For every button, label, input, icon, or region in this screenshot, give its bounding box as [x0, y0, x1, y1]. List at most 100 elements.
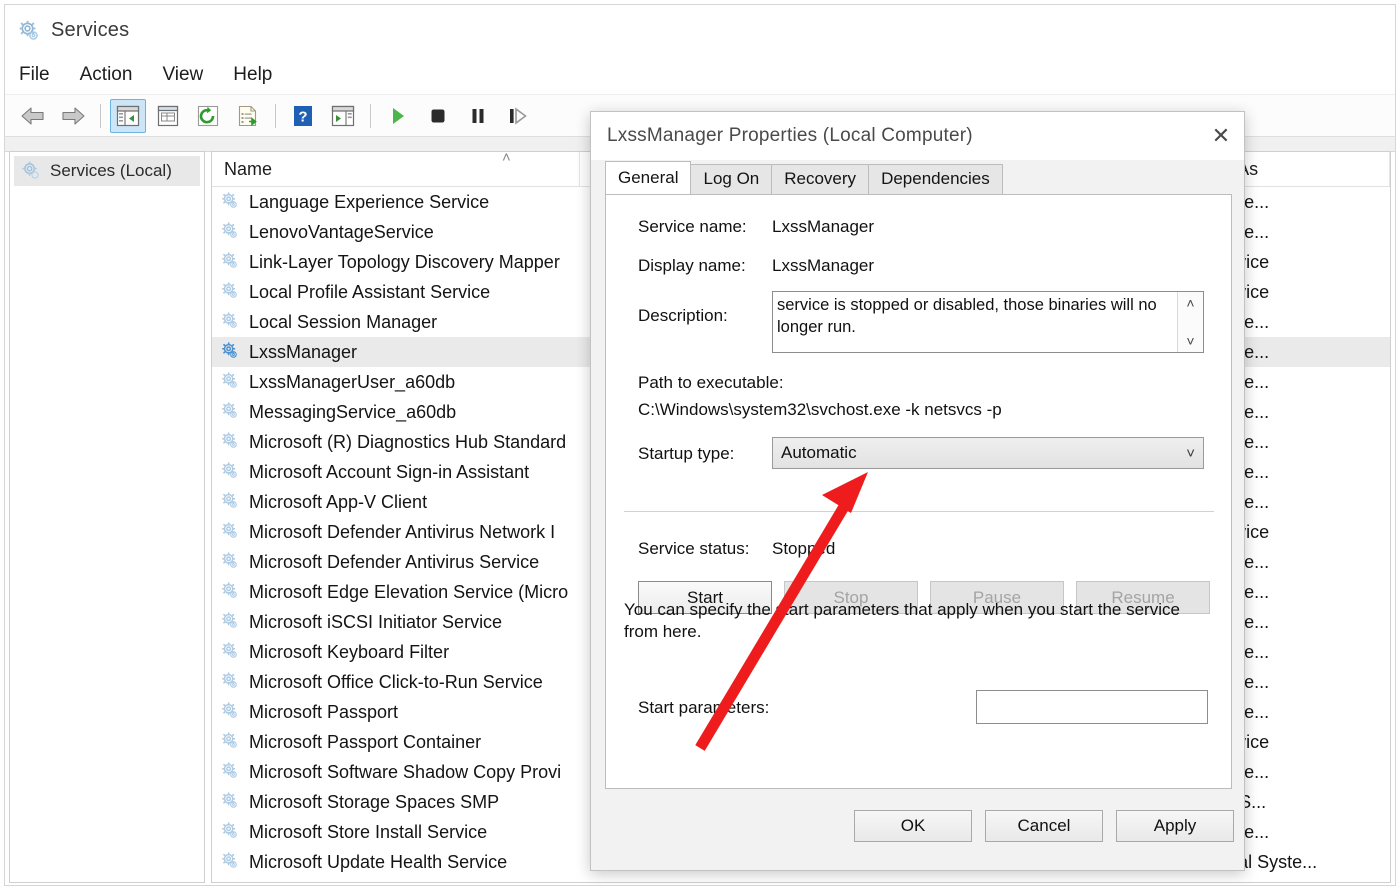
tab-log-on[interactable]: Log On: [690, 164, 772, 194]
start-parameters-hint: You can specify the start parameters tha…: [624, 599, 1212, 643]
show-action-pane-icon[interactable]: [325, 99, 361, 133]
service-name-text: Link-Layer Topology Discovery Mapper: [249, 252, 560, 273]
service-gear-icon: [220, 671, 242, 693]
cancel-button[interactable]: Cancel: [985, 810, 1103, 842]
close-icon[interactable]: ✕: [1198, 112, 1244, 160]
startup-type-value: Automatic: [781, 443, 857, 463]
export-list-icon[interactable]: [230, 99, 266, 133]
service-gear-icon: [220, 191, 242, 213]
service-gear-icon: [220, 641, 242, 663]
service-name-cell: Microsoft Update Health Service: [212, 851, 580, 873]
toolbar-separator: [370, 104, 371, 128]
forward-icon[interactable]: [55, 99, 91, 133]
services-gear-icon: [17, 19, 39, 41]
service-gear-icon: [220, 491, 242, 513]
screenshot-root: Services File Action View Help: [0, 0, 1400, 888]
refresh-icon[interactable]: [190, 99, 226, 133]
service-gear-icon: [220, 611, 242, 633]
menu-bar: File Action View Help: [5, 55, 1395, 95]
description-value: service is stopped or disabled, those bi…: [773, 292, 1177, 352]
scroll-up-icon[interactable]: ˄: [1186, 296, 1194, 310]
service-gear-icon: [220, 551, 242, 573]
path-label-row: Path to executable:: [638, 373, 784, 393]
service-status-label: Service status:: [638, 539, 772, 559]
service-name-text: Local Session Manager: [249, 312, 437, 333]
service-name-text: Microsoft (R) Diagnostics Hub Standard: [249, 432, 566, 453]
service-gear-icon: [220, 731, 242, 753]
service-name-text: Microsoft Storage Spaces SMP: [249, 792, 499, 813]
divider-top: [624, 511, 1214, 512]
display-name-value: LxssManager: [772, 256, 874, 276]
service-gear-icon: [220, 431, 242, 453]
service-name-text: LxssManagerUser_a60db: [249, 372, 455, 393]
description-textarea[interactable]: service is stopped or disabled, those bi…: [772, 291, 1204, 353]
service-gear-icon: [220, 341, 242, 363]
column-header-name[interactable]: Name ˄: [212, 152, 580, 186]
stop-service-icon[interactable]: [420, 99, 456, 133]
restart-service-icon[interactable]: [500, 99, 536, 133]
service-name-text: Microsoft iSCSI Initiator Service: [249, 612, 502, 633]
service-gear-icon: [220, 521, 242, 543]
service-name-cell: Local Session Manager: [212, 311, 580, 333]
start-parameters-input[interactable]: [976, 690, 1208, 724]
service-name-cell: Microsoft Software Shadow Copy Provi: [212, 761, 580, 783]
service-name-row: Service name: LxssManager: [638, 217, 874, 237]
scroll-down-icon[interactable]: ˅: [1186, 334, 1194, 348]
console-tree-pane: Services (Local): [9, 151, 205, 883]
service-gear-icon: [220, 581, 242, 603]
service-gear-icon: [220, 401, 242, 423]
service-name-cell: Microsoft Keyboard Filter: [212, 641, 580, 663]
service-name-cell: LenovoVantageService: [212, 221, 580, 243]
show-hide-console-tree-icon[interactable]: [110, 99, 146, 133]
service-gear-icon: [220, 851, 242, 873]
menu-view[interactable]: View: [162, 62, 217, 88]
help-icon[interactable]: ?: [285, 99, 321, 133]
service-name-text: Microsoft Account Sign-in Assistant: [249, 462, 529, 483]
service-gear-icon: [220, 821, 242, 843]
startup-type-row: Startup type:: [638, 444, 734, 464]
start-service-icon[interactable]: [380, 99, 416, 133]
service-name-cell: Microsoft Store Install Service: [212, 821, 580, 843]
tab-dependencies[interactable]: Dependencies: [868, 164, 1003, 194]
menu-action[interactable]: Action: [80, 62, 147, 88]
service-gear-icon: [220, 761, 242, 783]
service-gear-icon: [220, 281, 242, 303]
service-name-text: Language Experience Service: [249, 192, 489, 213]
service-name-cell: Microsoft Passport Container: [212, 731, 580, 753]
sidebar-item-services-local[interactable]: Services (Local): [14, 156, 200, 186]
service-status-value: Stopped: [772, 539, 835, 559]
tab-general[interactable]: General: [605, 161, 691, 194]
sidebar-item-label: Services (Local): [50, 161, 172, 181]
startup-type-dropdown[interactable]: Automatic ˅: [772, 437, 1204, 469]
dialog-title: LxssManager Properties (Local Computer): [607, 125, 973, 147]
column-header-name-label: Name: [224, 159, 272, 180]
service-name-cell: Link-Layer Topology Discovery Mapper: [212, 251, 580, 273]
ok-button[interactable]: OK: [854, 810, 972, 842]
window-title: Services: [51, 19, 129, 42]
service-gear-icon: [220, 311, 242, 333]
service-name-cell: Microsoft Defender Antivirus Service: [212, 551, 580, 573]
service-name-text: Microsoft Keyboard Filter: [249, 642, 449, 663]
service-name-value: LxssManager: [772, 217, 874, 237]
service-name-cell: Language Experience Service: [212, 191, 580, 213]
service-gear-icon: [220, 371, 242, 393]
service-name-cell: Microsoft (R) Diagnostics Hub Standard: [212, 431, 580, 453]
back-icon[interactable]: [15, 99, 51, 133]
pause-service-icon[interactable]: [460, 99, 496, 133]
service-name-text: Microsoft Passport Container: [249, 732, 481, 753]
tab-recovery[interactable]: Recovery: [771, 164, 869, 194]
service-name-text: Microsoft Store Install Service: [249, 822, 487, 843]
menu-help[interactable]: Help: [233, 62, 286, 88]
apply-button[interactable]: Apply: [1116, 810, 1234, 842]
start-parameters-label: Start parameters:: [638, 698, 769, 718]
properties-icon[interactable]: [150, 99, 186, 133]
service-name-cell: Microsoft Account Sign-in Assistant: [212, 461, 580, 483]
display-name-label: Display name:: [638, 256, 772, 276]
general-tab-panel: Service name: LxssManager Display name: …: [605, 194, 1232, 789]
menu-file[interactable]: File: [19, 62, 64, 88]
path-value-row: C:\Windows\system32\svchost.exe -k netsv…: [638, 400, 1002, 420]
toolbar-separator: [100, 104, 101, 128]
sort-ascending-icon: ˄: [502, 151, 511, 166]
description-scrollbar[interactable]: ˄ ˅: [1177, 292, 1203, 352]
service-name-cell: Microsoft iSCSI Initiator Service: [212, 611, 580, 633]
